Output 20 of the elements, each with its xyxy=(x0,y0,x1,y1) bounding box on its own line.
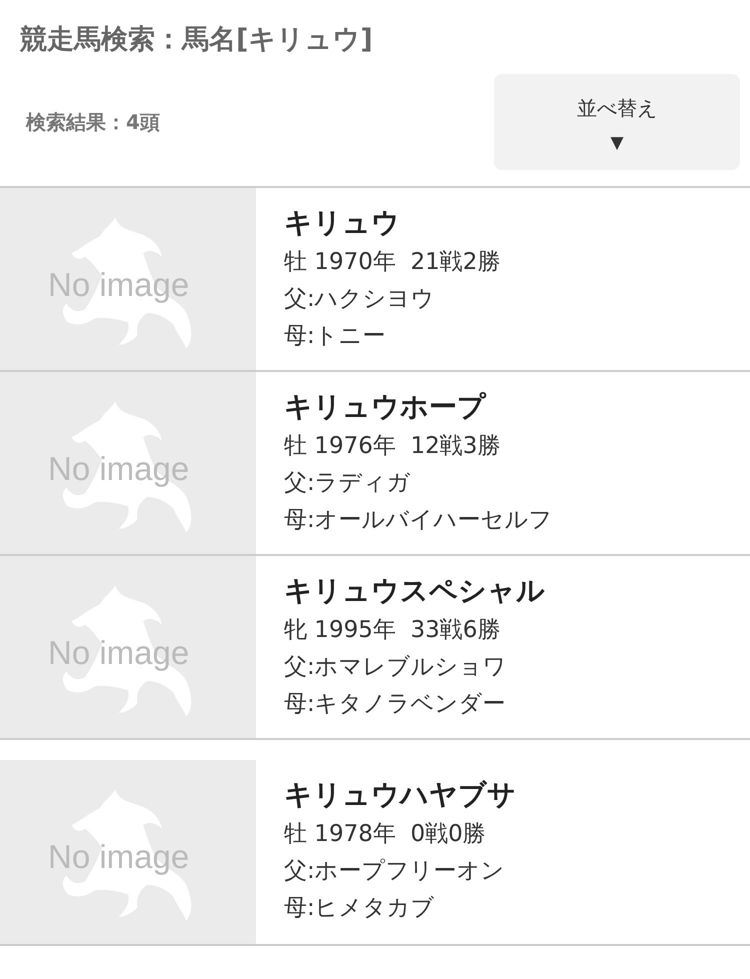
dam-name: 母:キタノラベンダー xyxy=(284,690,507,719)
dam-name: 母:トニー xyxy=(284,322,387,351)
caret-icon: ▼ xyxy=(610,134,624,152)
horse-profile: 牡 1978年 0戦0勝 xyxy=(284,820,487,849)
horse-profile: 牡 1976年 12戦3勝 xyxy=(284,432,502,461)
dam-name: 母:オールバイハーセルフ xyxy=(284,506,553,535)
sire-name: 父:ホープフリーオン xyxy=(284,857,506,886)
horse-name[interactable]: キリュウハヤブサ xyxy=(284,774,516,816)
sire-name: 父:ラディガ xyxy=(284,469,412,498)
horse-name[interactable]: キリュウホープ xyxy=(284,386,553,428)
horse-name[interactable]: キリュウ xyxy=(284,202,500,244)
sort-button[interactable]: 並べ替え ▼ xyxy=(494,74,740,170)
page-title: 競走馬検索：馬名[キリュウ] xyxy=(20,23,374,57)
result-count: 検索結果：4頭 xyxy=(26,109,160,136)
dam-name: 母:ヒメタカブ xyxy=(284,894,436,923)
horse-profile: 牝 1995年 33戦6勝 xyxy=(284,616,502,645)
horse-name[interactable]: キリュウスペシャル xyxy=(284,570,545,612)
sire-name: 父:ホマレブルショワ xyxy=(284,653,508,682)
sire-name: 父:ハクシヨウ xyxy=(284,285,436,314)
horse-profile: 牡 1970年 21戦2勝 xyxy=(284,248,500,277)
